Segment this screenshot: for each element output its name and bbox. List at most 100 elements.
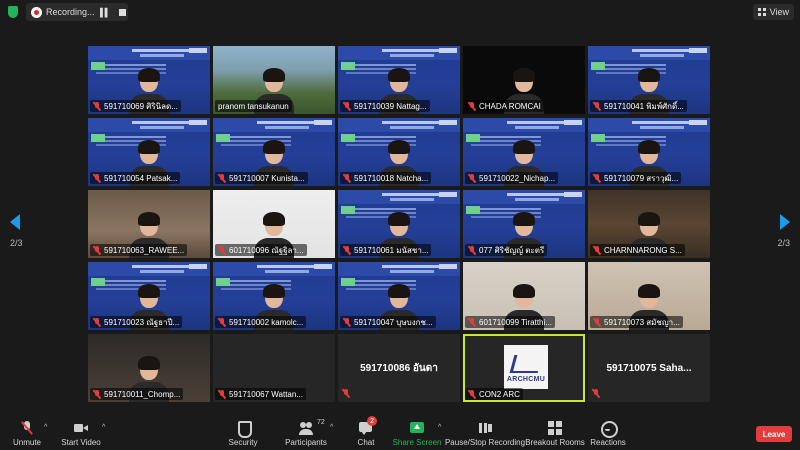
- participant-name: 591710067 Wattan...: [229, 389, 303, 399]
- participant-name: CON2 ARC: [479, 389, 520, 399]
- zoom-meeting-window: Recording... ▌▌ View 2/3 2/3 591710069 ศ…: [0, 0, 800, 450]
- participant-tile[interactable]: pranom tansukanun: [213, 46, 335, 114]
- participant-tile[interactable]: 591710039 Nattag...: [338, 46, 460, 114]
- slide-background-sub: [221, 280, 291, 282]
- previous-page-arrow-icon[interactable]: [10, 214, 20, 230]
- participant-name: 591710022_Nichap...: [479, 173, 556, 183]
- participant-tile[interactable]: 591710054 Patsak...: [88, 118, 210, 186]
- participant-nametag: 591710011_Chomp...: [90, 388, 184, 400]
- top-bar: Recording... ▌▌ View: [0, 0, 800, 24]
- slide-background-sub: [471, 208, 541, 210]
- mic-muted-icon: [593, 173, 601, 183]
- record-dot-icon: [31, 6, 42, 18]
- participant-tile[interactable]: 591710075 Saha...: [588, 334, 710, 402]
- share-options-caret-icon[interactable]: ^: [438, 424, 441, 431]
- participants-button[interactable]: 72 Participants: [284, 416, 328, 450]
- mic-muted-icon: [93, 317, 101, 327]
- slide-background-tag: [216, 278, 230, 286]
- mic-muted-icon: [343, 101, 351, 111]
- participant-nametag: 591710018 Natcha...: [340, 172, 432, 184]
- mic-muted-icon: [468, 101, 476, 111]
- security-button[interactable]: Security: [228, 416, 258, 450]
- slide-background-badge: [189, 120, 207, 125]
- audio-options-caret-icon[interactable]: ^: [44, 424, 47, 431]
- participant-nametag: 591710061 มนัสชา...: [340, 244, 432, 256]
- participant-tile[interactable]: 591710041 พิมพ์ศักดิ์...: [588, 46, 710, 114]
- slide-background-sub: [346, 136, 416, 138]
- pause-stop-recording-button[interactable]: Pause/Stop Recording: [445, 416, 525, 450]
- next-page-arrow-icon[interactable]: [780, 214, 790, 230]
- participant-nametag: 591710007 Kunista...: [215, 172, 308, 184]
- participant-name: 591710018 Natcha...: [354, 173, 429, 183]
- participants-caret-icon[interactable]: ^: [330, 424, 333, 431]
- participant-name: 591710054 Patsak...: [104, 173, 178, 183]
- slide-background-sub: [346, 208, 416, 210]
- security-label: Security: [228, 438, 258, 447]
- view-button[interactable]: View: [752, 4, 794, 20]
- participant-tile[interactable]: CHADA ROMCAI: [463, 46, 585, 114]
- participant-tile[interactable]: CHARNNARONG S...: [588, 190, 710, 258]
- unmute-label: Unmute: [12, 438, 41, 447]
- participant-tile[interactable]: 591710061 มนัสชา...: [338, 190, 460, 258]
- participant-tile[interactable]: 591710023 ณัฐธาปี...: [88, 262, 210, 330]
- slide-background-sub: [346, 280, 416, 282]
- participant-tile[interactable]: 591710069 ศิรินิลด...: [88, 46, 210, 114]
- slide-background-tag: [91, 278, 105, 286]
- unmute-button[interactable]: Unmute: [10, 416, 44, 450]
- slide-background-tag: [91, 134, 105, 142]
- share-screen-button[interactable]: Share Screen: [393, 416, 441, 450]
- mic-muted-icon: [20, 421, 34, 435]
- slide-background-sub: [96, 136, 166, 138]
- participant-tile[interactable]: 601710099 Tiratthi...: [463, 262, 585, 330]
- start-video-button[interactable]: Start Video: [61, 416, 101, 450]
- person-hair: [263, 68, 285, 82]
- slide-background-badge: [439, 192, 457, 197]
- chat-button[interactable]: 2 Chat: [356, 416, 377, 450]
- participant-name: 077 ศิริชัญญ์ ตะตรี: [479, 245, 545, 255]
- slide-background-sub: [596, 136, 666, 138]
- security-shield-icon: [236, 421, 252, 438]
- participant-tile[interactable]: 591710022_Nichap...: [463, 118, 585, 186]
- pause-stop-icon: [478, 421, 492, 435]
- participant-tile[interactable]: 591710067 Wattan...: [213, 334, 335, 402]
- person-hair: [138, 212, 160, 226]
- participant-tile[interactable]: 077 ศิริชัญญ์ ตะตรี: [463, 190, 585, 258]
- slide-background-tag: [466, 134, 480, 142]
- slide-background-tag: [341, 62, 355, 70]
- participant-name: 591710069 ศิรินิลด...: [104, 101, 178, 111]
- mic-muted-icon: [468, 245, 476, 255]
- mic-muted-icon: [468, 389, 476, 399]
- leave-button[interactable]: Leave: [756, 426, 792, 442]
- participant-name: 591710011_Chomp...: [104, 389, 181, 399]
- participant-tile[interactable]: 591710086 อันดา: [338, 334, 460, 402]
- video-options-caret-icon[interactable]: ^: [102, 424, 105, 431]
- mic-muted-icon: [593, 101, 601, 111]
- grid-view-icon: [757, 8, 766, 16]
- mic-muted-icon: [218, 389, 226, 399]
- recording-indicator: Recording... ▌▌: [26, 3, 128, 21]
- participant-nametag: 591710069 ศิรินิลด...: [90, 100, 181, 112]
- participant-nametag: 591710002 kamolc...: [215, 316, 307, 328]
- slide-background-sub: [471, 136, 541, 138]
- participant-tile[interactable]: ARCHCMU CON2 ARC: [463, 334, 585, 402]
- participant-tile[interactable]: 591710047 บุษบงกช...: [338, 262, 460, 330]
- participant-tile[interactable]: 591710007 Kunista...: [213, 118, 335, 186]
- pause-icon[interactable]: ▌▌: [100, 8, 110, 17]
- participant-tile[interactable]: 591710011_Chomp...: [88, 334, 210, 402]
- participant-tile[interactable]: 591710073 สมัชญา...: [588, 262, 710, 330]
- video-camera-icon: [74, 421, 88, 435]
- participant-tile[interactable]: 601710096 ณัฐฐิลา...: [213, 190, 335, 258]
- shield-icon[interactable]: [8, 6, 18, 18]
- participant-tile[interactable]: 591710079 สราวุฒิ...: [588, 118, 710, 186]
- participant-tile[interactable]: 591710018 Natcha...: [338, 118, 460, 186]
- participant-tile[interactable]: 591710063_RAWEE...: [88, 190, 210, 258]
- share-screen-icon: [410, 421, 424, 435]
- mic-muted-icon: [593, 245, 601, 255]
- mic-muted-icon: [93, 389, 101, 399]
- breakout-rooms-icon: [548, 421, 562, 435]
- participant-tile[interactable]: 591710002 kamolc...: [213, 262, 335, 330]
- participant-nametag: 591710022_Nichap...: [465, 172, 559, 184]
- reactions-button[interactable]: Reactions: [590, 416, 626, 450]
- stop-icon[interactable]: [119, 8, 127, 16]
- breakout-rooms-button[interactable]: Breakout Rooms: [525, 416, 585, 450]
